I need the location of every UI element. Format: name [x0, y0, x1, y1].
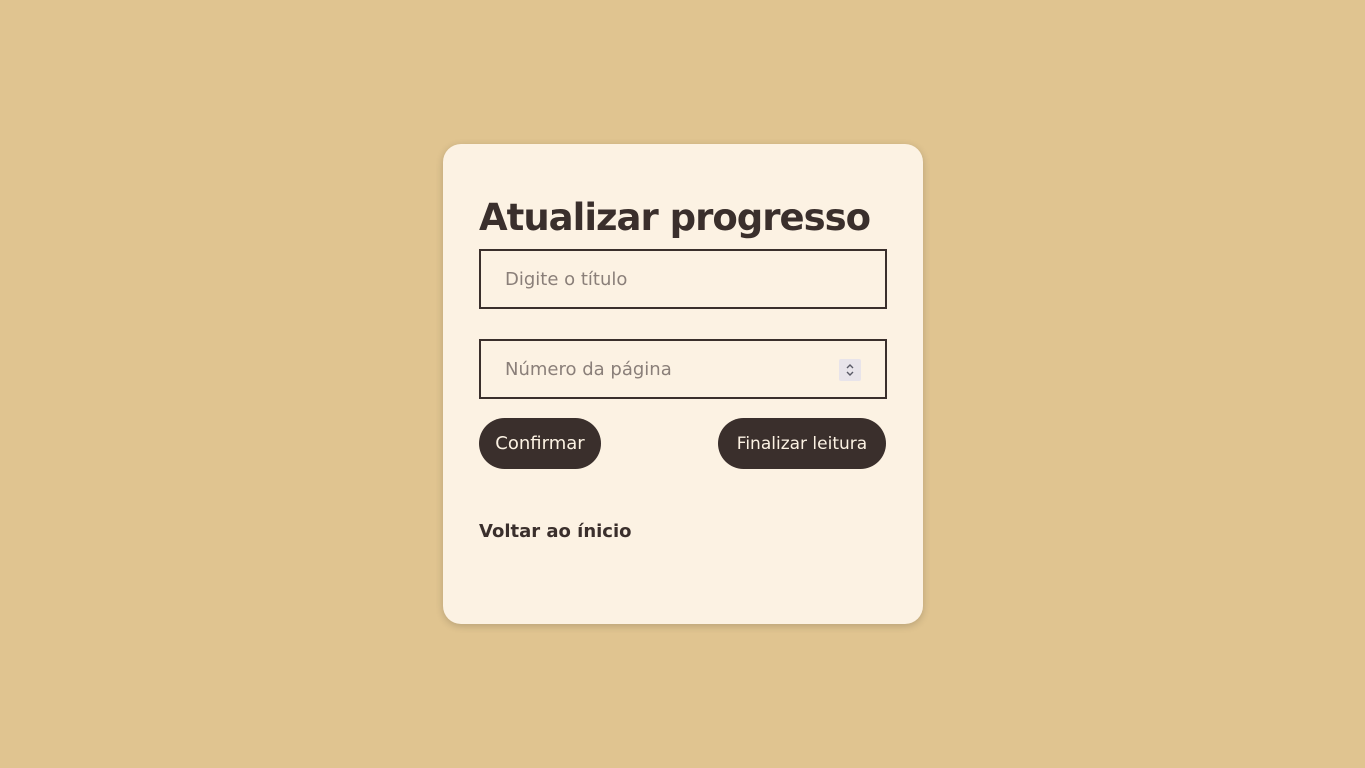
progress-card: Atualizar progresso Confirmar Finalizar … [443, 144, 923, 624]
confirm-button[interactable]: Confirmar [479, 418, 601, 469]
title-input[interactable] [505, 268, 861, 290]
finish-reading-button[interactable]: Finalizar leitura [718, 418, 886, 469]
back-home-link[interactable]: Voltar ao ínicio [479, 521, 632, 542]
page-number-field[interactable] [479, 339, 887, 399]
number-spinner-icon[interactable] [839, 359, 861, 381]
page-title: Atualizar progresso [479, 196, 871, 239]
page-number-input[interactable] [505, 358, 861, 380]
title-field[interactable] [479, 249, 887, 309]
